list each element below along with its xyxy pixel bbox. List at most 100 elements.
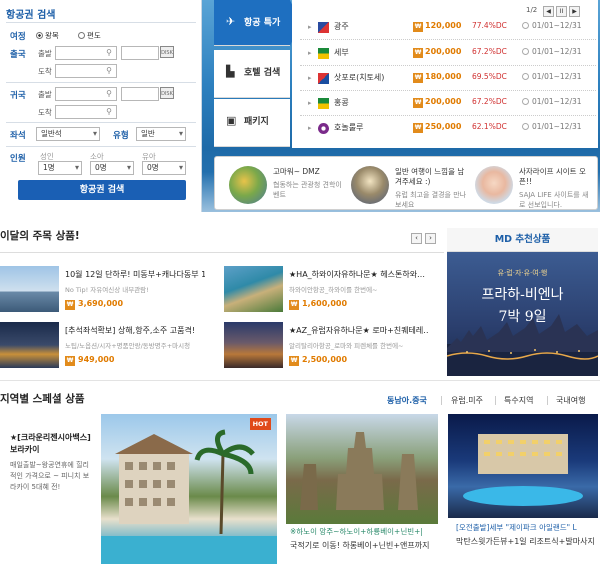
clock-icon <box>522 98 529 105</box>
divider <box>6 22 196 23</box>
deal-city: 세부 <box>334 48 349 57</box>
region-tab-europe-america[interactable]: 유럽.미주 <box>451 395 483 406</box>
product-title[interactable]: [추석좌석확보] 상해,항주,소주 고품격! <box>65 325 205 336</box>
region-feature-title[interactable]: ★[크라운리젠시아백스] 보라카이 <box>10 432 92 456</box>
type-select[interactable]: 일반 <box>136 127 186 141</box>
search-icon[interactable]: ⚲ <box>104 48 114 58</box>
won-icon: ₩ <box>413 73 423 83</box>
deal-discount: 67.2%DC <box>472 97 507 106</box>
tab-hotel-search[interactable]: ▙ 호텔 검색 <box>214 50 290 98</box>
won-icon: ₩ <box>65 300 75 310</box>
search-icon[interactable]: ⚲ <box>104 89 114 99</box>
deal-date: 01/01~12/31 <box>522 21 582 30</box>
promo-title[interactable]: 일반 여행이 느낌을 남겨주세요 :) <box>395 167 467 187</box>
promo-title[interactable]: 사자라이프 시이트 오픈!! <box>519 167 591 187</box>
region-feature-subtitle: 매일출발~왕공연휴에 힐리적인 가격으로 ~ 피니치 보라카이 5대혜 전! <box>10 461 90 491</box>
deal-row[interactable]: ▸ 홍콩 ₩ 200,000 67.2%DC 01/01~12/31 <box>300 92 596 116</box>
product-title[interactable]: ★AZ_유럽자유하나문★ 로마+친퀘테레… <box>289 325 429 336</box>
depart-to-input[interactable]: ⚲ <box>55 64 117 78</box>
search-icon[interactable]: ⚲ <box>104 107 114 117</box>
product-thumbnail[interactable] <box>0 266 59 312</box>
deal-price: 180,000 <box>425 72 462 81</box>
region-card-image[interactable] <box>286 414 438 524</box>
region-tab-sea-china[interactable]: 동남아.중국 <box>387 395 427 406</box>
region-heading: 지역별 스페셜 상품 <box>0 393 85 405</box>
deal-date: 01/01~12/31 <box>522 72 582 81</box>
promo-image[interactable] <box>229 166 267 204</box>
deal-date: 01/01~12/31 <box>522 47 582 56</box>
seat-select[interactable]: 일반석 <box>36 127 100 141</box>
return-to-input[interactable]: ⚲ <box>55 105 117 119</box>
deal-date-text: 01/01~12/31 <box>532 21 582 30</box>
return-to-label: 도착 <box>38 108 52 117</box>
product-price-value: 3,690,000 <box>78 299 124 308</box>
flight-search-button[interactable]: 항공권 검색 <box>18 180 186 200</box>
depart-from-label: 출발 <box>38 49 52 58</box>
product-title[interactable]: 10월 12일 단하루! 미동부+캐나다동부 1… <box>65 269 205 280</box>
region-tab-domestic[interactable]: 국내여행 <box>556 395 585 406</box>
calendar-icon[interactable]: DISK <box>160 87 174 99</box>
product-thumbnail[interactable] <box>0 322 59 368</box>
calendar-icon[interactable]: DISK <box>160 46 174 58</box>
night-resort-illustration <box>463 434 583 506</box>
infant-select[interactable]: 0명 <box>142 161 186 175</box>
promo-subtitle: SAJA LIFE 사이트를 새로 선보입니다. <box>519 191 589 209</box>
depart-date-input[interactable] <box>121 46 159 60</box>
product-thumbnail[interactable] <box>224 322 283 368</box>
product-thumbnail[interactable] <box>224 266 283 312</box>
promo-image[interactable] <box>475 166 513 204</box>
region-card-title[interactable]: ※하노이 앙주~하노이+하룡베이+닌빈+| <box>290 526 440 538</box>
trip-label: 여정 <box>10 32 26 42</box>
tab-label: 항공 특가 <box>244 18 281 28</box>
deal-row[interactable]: ▸ 광주 ₩ 120,000 77.4%DC 01/01~12/31 <box>300 16 596 40</box>
deal-row[interactable]: ▸ 삿포로(치토세) ₩ 180,000 69.5%DC 01/01~12/31 <box>300 67 596 91</box>
region-feature-image[interactable]: HOT <box>101 414 277 564</box>
depart-label: 출국 <box>10 50 26 60</box>
product-subtitle: 노팁/노옵션/시자+명품안랑/동방명주+마시청 <box>65 342 191 350</box>
divider <box>547 396 548 405</box>
airline-logo-icon <box>318 73 329 84</box>
child-select[interactable]: 0명 <box>90 161 134 175</box>
product-price: ₩3,690,000 <box>65 299 123 310</box>
promo-title[interactable]: 고마워~ DMZ <box>273 167 345 177</box>
radio-selected-icon <box>36 32 43 39</box>
product-subtitle: 알리탈리아항공_로마와 피렌체를 한번에~ <box>289 342 404 350</box>
region-card-subtitle: 막탄스윗가든뷰+1일 리조트식+발마사지 <box>456 537 595 546</box>
tab-package[interactable]: ▣ 패키지 <box>214 99 290 147</box>
clock-icon <box>522 22 529 29</box>
search-icon[interactable]: ⚲ <box>104 66 114 76</box>
roundtrip-radio[interactable]: 왕복 <box>36 30 59 41</box>
depart-from-input[interactable]: ⚲ <box>55 46 117 60</box>
featured-prev-button[interactable]: ‹ <box>411 233 422 244</box>
return-from-input[interactable]: ⚲ <box>55 87 117 101</box>
chevron-right-icon: ▸ <box>308 99 312 107</box>
oneway-radio[interactable]: 편도 <box>78 30 101 41</box>
region-card-image[interactable] <box>448 414 598 518</box>
won-icon: ₩ <box>65 356 75 366</box>
product-title[interactable]: ★HA_하와이자유하나문★ 헤스톤하와… <box>289 269 429 280</box>
md-recommend-heading: MD 추천상품 <box>447 228 598 252</box>
region-tab-special[interactable]: 특수지역 <box>504 395 533 406</box>
airplane-icon: ✈ <box>226 15 236 28</box>
region-card-title[interactable]: [오전출발]세부 "제이파크 아일랜드" L <box>456 522 598 534</box>
won-icon: ₩ <box>413 48 423 58</box>
featured-next-button[interactable]: › <box>425 233 436 244</box>
deal-row[interactable]: ▸ 호놀룰루 ₩ 250,000 62.1%DC 01/01~12/31 <box>300 117 596 141</box>
product-price: ₩2,500,000 <box>289 355 347 366</box>
deal-discount: 67.2%DC <box>472 47 507 56</box>
airline-logo-icon <box>318 48 329 59</box>
roundtrip-label: 왕복 <box>45 31 59 40</box>
tab-air-deals[interactable]: ✈ 항공 특가 <box>214 0 300 46</box>
deal-price: 200,000 <box>425 47 462 56</box>
deal-city: 호놀룰루 <box>334 123 364 132</box>
divider <box>0 380 600 381</box>
promo-image[interactable] <box>351 166 389 204</box>
deal-row[interactable]: ▸ 세부 ₩ 200,000 67.2%DC 01/01~12/31 <box>300 42 596 66</box>
return-date-input[interactable] <box>121 87 159 101</box>
deal-date: 01/01~12/31 <box>522 97 582 106</box>
airline-logo-icon <box>318 22 329 33</box>
md-recommend-banner[interactable]: 유·럽·자·유·여·행 프라하-비엔나 7박 9일 <box>447 252 598 376</box>
adult-select[interactable]: 1명 <box>38 161 82 175</box>
clock-icon <box>522 48 529 55</box>
building-icon: ▙ <box>226 65 235 78</box>
